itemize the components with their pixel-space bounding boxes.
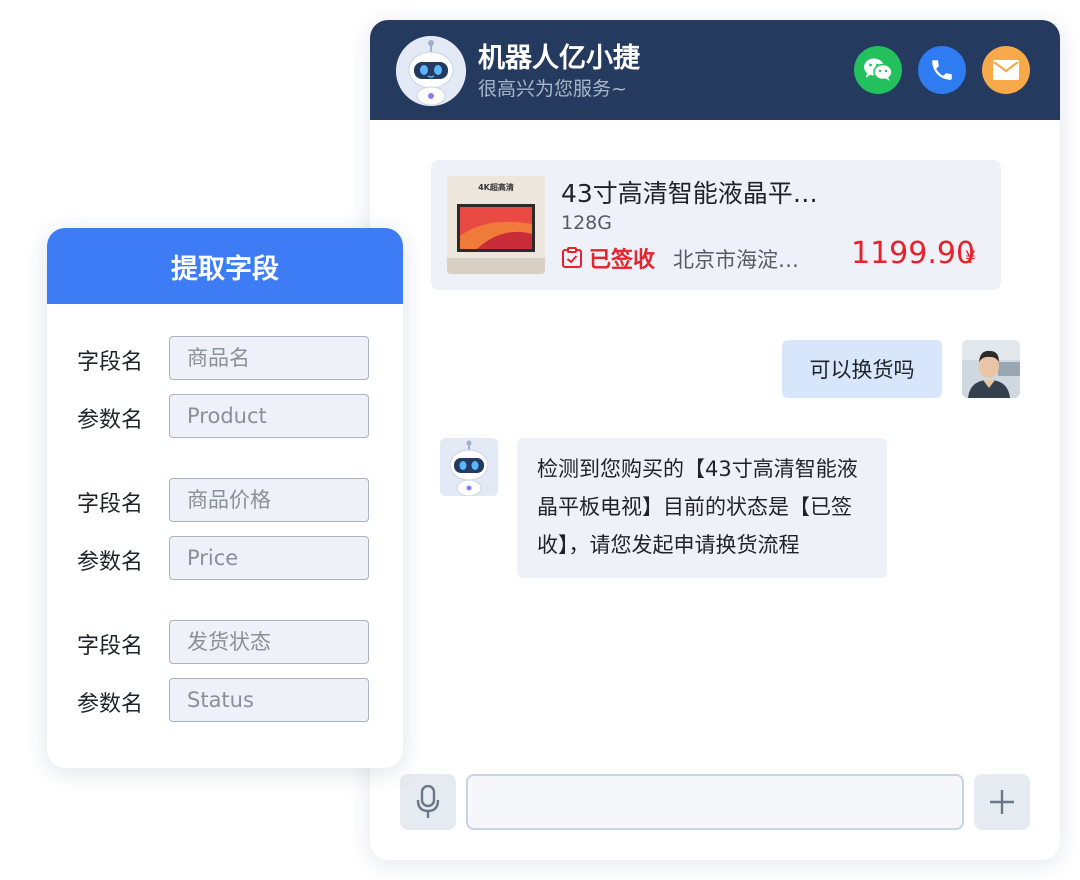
product-card[interactable]: 4K超高清 43寸高清智能液晶平… 128G 已签收 北京市海淀… 1199.9… [431, 160, 1001, 290]
param-name-input[interactable] [169, 394, 369, 438]
param-name-input[interactable] [169, 678, 369, 722]
field-name-label: 字段名 [77, 492, 144, 517]
voice-button[interactable] [400, 774, 456, 830]
product-price: 1199.90 [851, 236, 976, 271]
bot-message: 检测到您购买的【43寸高清智能液晶平板电视】目前的状态是【已签收】，请您发起申请… [517, 438, 887, 578]
param-name-input[interactable] [169, 536, 369, 580]
param-name-label: 参数名 [77, 692, 144, 717]
price-currency: ¥ [965, 248, 976, 268]
bot-message-avatar [440, 438, 498, 496]
product-image: 4K超高清 [447, 176, 545, 274]
microphone-icon [416, 785, 440, 818]
chat-window: 机器人亿小捷 很高兴为您服务~ 4K超高清 43寸高清智能液晶平… 128G 已… [370, 20, 1060, 860]
product-spec: 128G [561, 212, 612, 234]
param-name-label: 参数名 [77, 550, 144, 575]
message-input[interactable] [466, 774, 964, 830]
phone-button[interactable] [918, 46, 966, 94]
robot-icon [396, 36, 466, 106]
bot-subtitle: 很高兴为您服务~ [478, 78, 627, 100]
delivery-status: 已签收 [561, 242, 655, 274]
wechat-icon [864, 58, 893, 81]
field-name-label: 字段名 [77, 350, 144, 375]
panel-title: 提取字段 [47, 228, 403, 304]
more-button[interactable] [974, 774, 1030, 830]
user-message: 可以换货吗 [782, 340, 942, 398]
tv-image: 4K超高清 [447, 176, 545, 274]
bot-name: 机器人亿小捷 [478, 43, 640, 74]
mail-button[interactable] [982, 46, 1030, 94]
user-photo [962, 340, 1020, 398]
field-name-label: 字段名 [77, 634, 144, 659]
user-avatar [962, 340, 1020, 398]
wechat-button[interactable] [854, 46, 902, 94]
param-name-label: 参数名 [77, 408, 144, 433]
plus-icon [990, 790, 1014, 814]
extract-fields-panel: 提取字段 字段名 参数名 字段名 参数名 字段名 参数名 [47, 228, 403, 768]
status-text: 已签收 [589, 248, 656, 273]
field-name-input[interactable] [169, 620, 369, 664]
chat-header: 机器人亿小捷 很高兴为您服务~ [370, 20, 1060, 120]
field-name-input[interactable] [169, 478, 369, 522]
product-title: 43寸高清智能液晶平… [561, 179, 818, 208]
bot-avatar [396, 36, 466, 106]
phone-icon [932, 60, 952, 80]
product-address: 北京市海淀… [673, 248, 799, 272]
robot-icon [440, 438, 498, 496]
thumb-label: 4K超高清 [478, 182, 514, 192]
signed-clipboard-icon [562, 247, 582, 268]
mail-icon [993, 60, 1019, 80]
field-name-input[interactable] [169, 336, 369, 380]
